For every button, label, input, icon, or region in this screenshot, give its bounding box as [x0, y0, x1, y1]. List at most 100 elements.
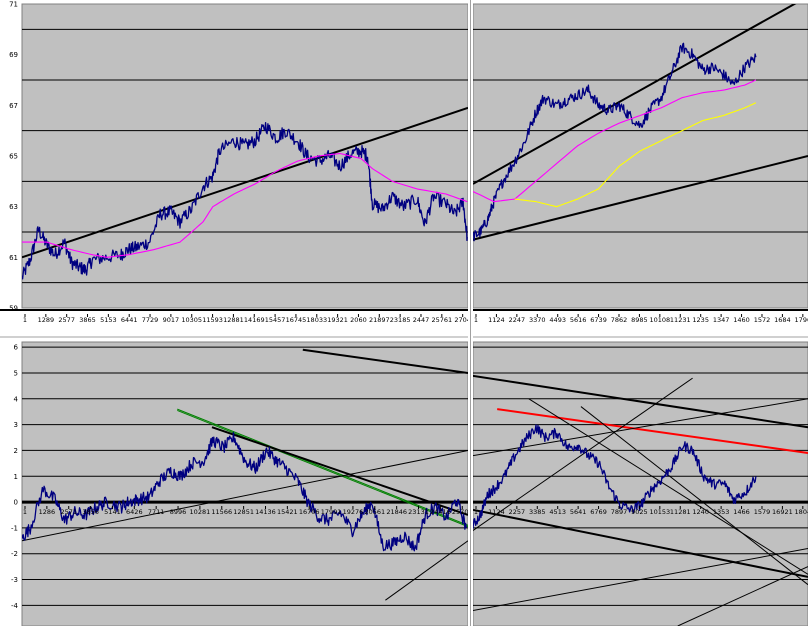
x-tick-label: 5616: [570, 316, 587, 324]
x-tick-label: 2577: [58, 316, 75, 324]
x-tick-label: 1460: [733, 316, 750, 324]
x-tick-label: 1579: [754, 508, 771, 516]
x-tick-label: 1804: [795, 508, 808, 516]
x-tick-label: 6441: [121, 316, 138, 324]
y-tick-label: -2: [11, 550, 18, 558]
chart-panel-bottom-left: 6543210-1-2-3-41 1286 2571 3856 5141 6426 7711…: [11, 341, 473, 627]
x-tick-label: 4513: [549, 508, 566, 516]
x-tick-label: 11566: [211, 508, 232, 516]
chart-window: 71 69 67 65 63 61 59 1 1289 2577 3865 5153 6441 7729 9…: [0, 0, 808, 627]
x-tick-label: 2247: [509, 316, 526, 324]
x-tick-label: 7711: [148, 508, 165, 516]
y-tick-label: 4: [14, 395, 19, 403]
x-tick-label: 14136: [255, 508, 276, 516]
x-tick-label: 2060: [350, 316, 367, 324]
y-tick-label: 61: [9, 254, 18, 262]
x-tick-label: 16706: [299, 508, 320, 516]
x-tick-label: 10153: [649, 508, 670, 516]
x-tick-label: 5641: [570, 508, 587, 516]
chart-panel-top-left: 71 69 67 65 63 61 59 1 1289 2577 3865 5153 6441 7729 9…: [9, 1, 471, 325]
x-tick-label: 6739: [590, 316, 607, 324]
chart-canvas: 716967656361591 1289 2577 3865 5153 6441 7729 9…: [0, 0, 808, 627]
x-tick-label: 8985: [631, 316, 648, 324]
x-tick-label: 24416: [430, 508, 451, 516]
x-tick-label: 2571: [60, 508, 77, 516]
x-tick-label: 1286: [39, 508, 56, 516]
x-tick-label: 16921: [772, 508, 793, 516]
y-tick-label: 1: [14, 473, 18, 481]
x-tick-label: 11593: [202, 316, 223, 324]
x-tick-label: 10281: [190, 508, 211, 516]
x-tick-label: 7862: [611, 316, 628, 324]
x-tick-label: 1684: [774, 316, 791, 324]
x-tick-label: 9025: [631, 508, 648, 516]
y-tick-label: -4: [11, 602, 19, 610]
x-tick-label: 1289: [38, 316, 55, 324]
x-tick-label: 17991: [321, 508, 342, 516]
y-tick-label: 6: [14, 344, 19, 352]
y-tick-label: 2: [14, 447, 18, 455]
x-tick-label: 6426: [126, 508, 143, 516]
plot-area: [472, 341, 808, 627]
x-tick-label: 1235: [692, 316, 709, 324]
x-tick-label: 2257: [509, 508, 526, 516]
panel-separator: [0, 309, 808, 311]
y-tick-label: 67: [9, 102, 18, 110]
x-tick-label: 1240: [692, 508, 709, 516]
x-tick-label: 5153: [100, 316, 117, 324]
x-tick-label: 15457: [265, 316, 286, 324]
y-tick-label: 71: [9, 1, 18, 9]
y-tick-label: -1: [11, 524, 18, 532]
x-tick-label: 1: [474, 508, 478, 516]
x-tick-label: 8996: [170, 508, 187, 516]
x-tick-label: 12881: [223, 316, 244, 324]
x-tick-label: 23131: [408, 508, 429, 516]
x-tick-label: 1: [474, 316, 478, 324]
y-tick-label: 5: [14, 369, 18, 377]
y-tick-label: 63: [9, 203, 18, 211]
x-tick-label: 10305: [181, 316, 202, 324]
x-tick-label: 7729: [142, 316, 159, 324]
y-tick-label: 59: [9, 305, 18, 313]
x-tick-label: 20561: [364, 508, 385, 516]
x-tick-label: 19321: [327, 316, 348, 324]
x-tick-label: 1124: [488, 316, 505, 324]
x-tick-label: 1796: [795, 316, 808, 324]
x-tick-label: 1: [23, 508, 27, 516]
y-tick-label: -3: [11, 576, 18, 584]
x-tick-label: 3385: [529, 508, 546, 516]
y-tick-label: 3: [14, 421, 18, 429]
plot-area: [21, 341, 469, 627]
x-tick-label: 19276: [343, 508, 364, 516]
x-tick-label: 12851: [233, 508, 254, 516]
x-tick-label: 16745: [286, 316, 307, 324]
x-tick-label: 1: [23, 316, 27, 324]
x-tick-label: 3370: [529, 316, 546, 324]
x-tick-label: 1572: [754, 316, 771, 324]
x-tick-label: 3865: [79, 316, 96, 324]
x-tick-label: 5141: [104, 508, 121, 516]
x-tick-label: 9017: [163, 316, 180, 324]
x-tick-label: 14169: [244, 316, 265, 324]
y-tick-label: 65: [9, 153, 18, 161]
x-tick-label: 2447: [413, 316, 430, 324]
y-tick-label: 69: [9, 51, 18, 59]
x-tick-label: 7897: [611, 508, 628, 516]
x-tick-label: 18033: [306, 316, 327, 324]
x-tick-label: 4493: [549, 316, 566, 324]
x-tick-label: 1347: [713, 316, 730, 324]
x-tick-label: 15421: [277, 508, 298, 516]
x-tick-label: 6769: [590, 508, 607, 516]
x-tick-label: 21897: [369, 316, 390, 324]
x-tick-label: 10108: [649, 316, 670, 324]
x-tick-label: 1466: [733, 508, 750, 516]
x-tick-label: 1124: [488, 508, 505, 516]
x-tick-label: 23185: [390, 316, 411, 324]
x-tick-label: 21846: [386, 508, 407, 516]
chart-panel-bottom-right: 1 1124 2257 3385 4513 5641 6769 7897 9025 10153 11…: [472, 341, 808, 627]
x-tick-label: 11281: [670, 508, 691, 516]
x-tick-label: 1353: [713, 508, 730, 516]
x-tick-label: 25761: [431, 316, 452, 324]
x-tick-label: 11231: [670, 316, 691, 324]
x-tick-label: 3856: [82, 508, 99, 516]
